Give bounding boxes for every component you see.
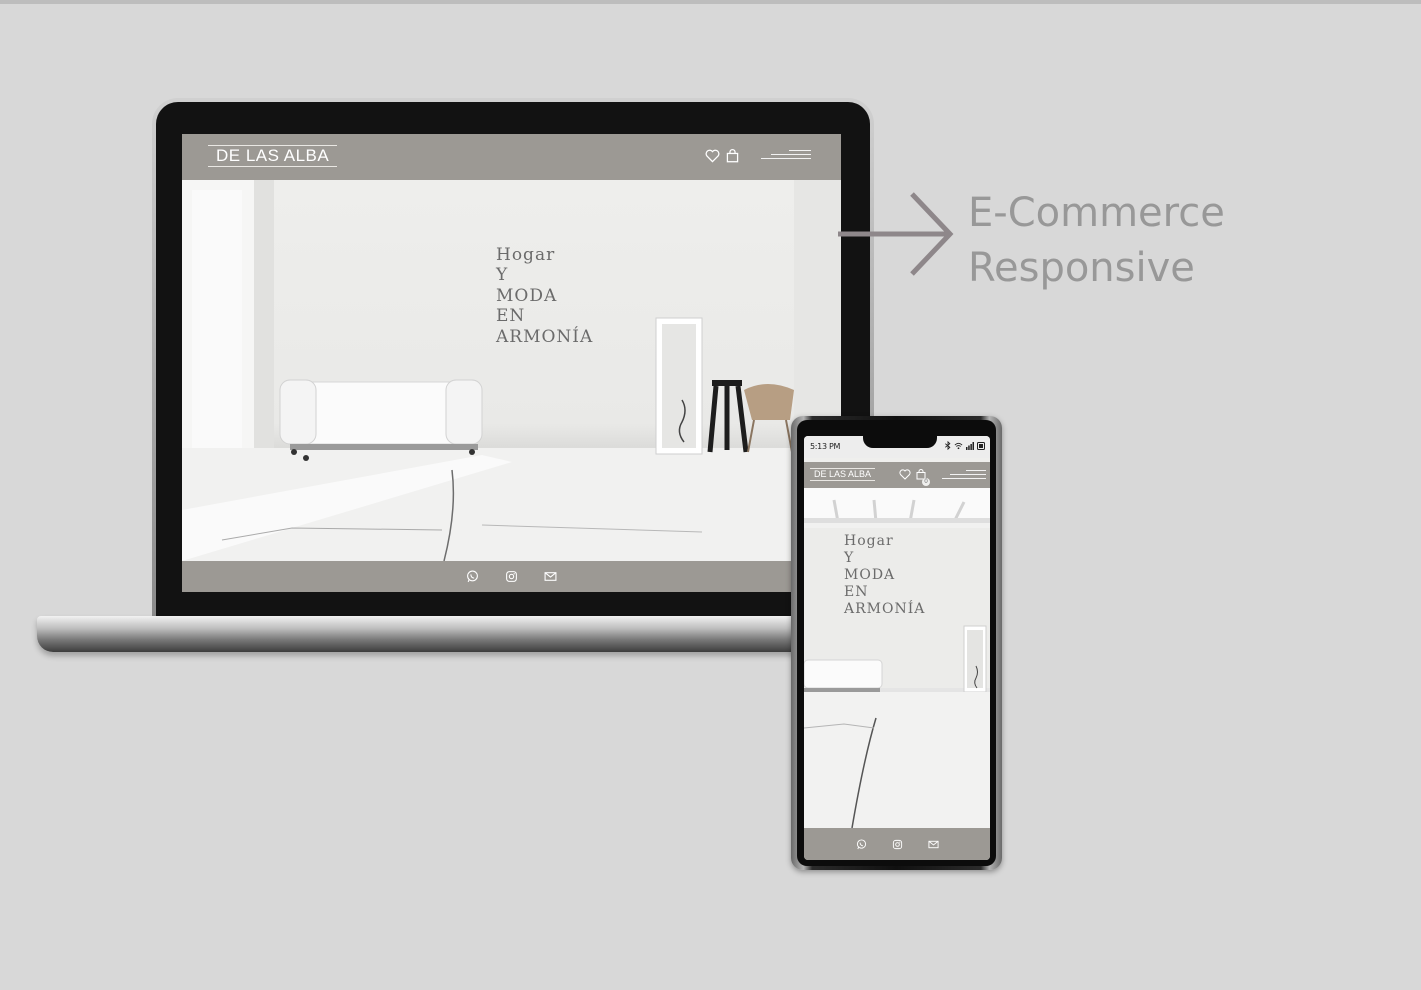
hero-line: EN [844, 584, 869, 601]
instagram-icon[interactable] [505, 570, 518, 583]
heart-icon[interactable] [705, 149, 720, 163]
laptop-mockup: DE LAS ALBA Hogar Y MODA EN ARMONÍA [152, 98, 874, 622]
shopping-bag-icon[interactable] [726, 149, 739, 163]
hamburger-menu-icon[interactable] [942, 470, 986, 480]
whatsapp-icon[interactable] [856, 838, 867, 850]
laptop-base [37, 616, 801, 652]
tagline: E-Commerce Responsive [968, 186, 1225, 296]
window-top-edge [0, 0, 1421, 4]
whatsapp-icon[interactable] [466, 570, 479, 583]
hero-line: EN [496, 306, 526, 327]
hero-line: Y [844, 550, 855, 567]
status-time: 5:13 PM [810, 442, 841, 451]
battery-icon [977, 441, 985, 450]
mobile-site-logo[interactable]: DE LAS ALBA [810, 468, 876, 481]
hero-line: Hogar [496, 245, 556, 265]
mobile-site-footer [804, 828, 990, 860]
phone-screen: 5:13 PM DE LAS ALBA 0 Hogar Y MODA EN AR… [804, 436, 990, 860]
hero-line: ARMONÍA [496, 326, 594, 347]
mobile-header-icons [899, 469, 926, 480]
hamburger-menu-icon[interactable] [761, 150, 811, 162]
header-icons [705, 149, 739, 163]
bluetooth-icon [945, 441, 951, 450]
site-logo[interactable]: DE LAS ALBA [208, 145, 338, 167]
hero-headline: Hogar Y MODA EN ARMONÍA [496, 245, 593, 347]
mobile-hero-image: Hogar Y MODA EN ARMONÍA [804, 488, 990, 828]
phone-notch [863, 436, 937, 448]
instagram-icon[interactable] [892, 839, 903, 850]
mail-icon[interactable] [544, 571, 557, 582]
mobile-hero-headline: Hogar Y MODA EN ARMONÍA [844, 533, 925, 618]
tagline-line-1: E-Commerce [968, 190, 1225, 236]
status-icons [945, 441, 986, 450]
mobile-site-header: DE LAS ALBA 0 [804, 462, 990, 488]
mail-icon[interactable] [927, 840, 939, 849]
heart-icon[interactable] [899, 469, 911, 480]
hero-line: MODA [496, 285, 558, 306]
hero-image: Hogar Y MODA EN ARMONÍA [182, 180, 841, 561]
hero-line: Y [496, 265, 509, 286]
laptop-screen: DE LAS ALBA Hogar Y MODA EN ARMONÍA [182, 134, 841, 592]
site-footer [182, 561, 841, 592]
wifi-icon [954, 442, 963, 449]
phone-status-bar: 5:13 PM [804, 436, 990, 458]
phone-bezel: 5:13 PM DE LAS ALBA 0 Hogar Y MODA EN AR… [797, 420, 996, 866]
hero-line: MODA [844, 567, 896, 584]
cart-count-badge: 0 [922, 478, 930, 486]
hero-line: ARMONÍA [844, 601, 926, 618]
hero-line: Hogar [844, 533, 894, 549]
tagline-line-2: Responsive [968, 245, 1195, 291]
laptop-bezel: DE LAS ALBA Hogar Y MODA EN ARMONÍA [156, 102, 870, 622]
site-header: DE LAS ALBA [182, 134, 841, 180]
room-illustration [182, 180, 841, 561]
signal-icon [966, 441, 974, 450]
phone-mockup: 5:13 PM DE LAS ALBA 0 Hogar Y MODA EN AR… [791, 416, 1002, 870]
arrow-right-icon [838, 192, 954, 276]
